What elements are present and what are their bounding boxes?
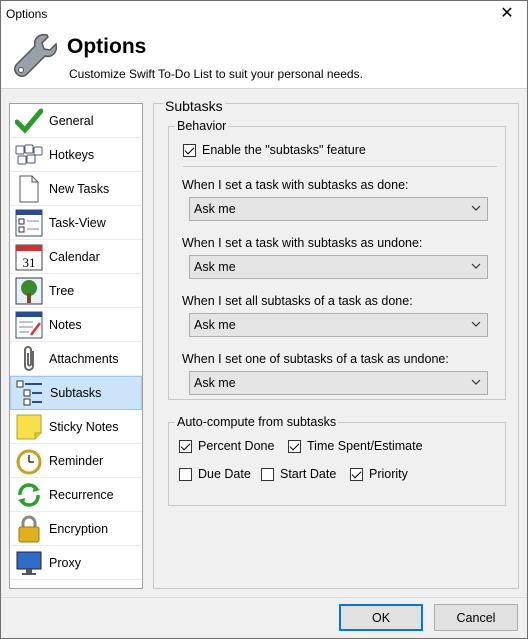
sidebar-item-general[interactable]: General bbox=[10, 104, 142, 138]
q-undone-value: Ask me bbox=[194, 260, 236, 274]
checkbox-box[interactable] bbox=[350, 467, 363, 481]
sidebar-item-label: General bbox=[49, 113, 94, 128]
sidebar-item-label: Tree bbox=[49, 283, 75, 298]
sidebar-item-label: Sticky Notes bbox=[49, 419, 119, 434]
notes-icon bbox=[13, 310, 45, 340]
checkbox-box[interactable] bbox=[288, 439, 301, 453]
priority-checkbox[interactable]: Priority bbox=[350, 467, 408, 481]
options-sidebar: General Hotkeys New Tasks Task-View 31 C… bbox=[9, 103, 143, 589]
wrench-icon bbox=[14, 33, 58, 77]
priority-label: Priority bbox=[369, 467, 408, 481]
q-all-done-label: When I set all subtasks of a task as don… bbox=[182, 294, 413, 308]
options-window: Options ✕ Options Customize Swift To-Do … bbox=[0, 0, 528, 639]
behavior-group: Behavior Enable the "subtasks" feature W… bbox=[168, 119, 506, 400]
checkbox-box[interactable] bbox=[183, 143, 196, 157]
sidebar-item-notes[interactable]: Notes bbox=[10, 308, 142, 342]
sidebar-item-attachments[interactable]: Attachments bbox=[10, 342, 142, 376]
q-undone-label: When I set a task with subtasks as undon… bbox=[182, 236, 423, 250]
percent-done-checkbox[interactable]: Percent Done bbox=[179, 439, 274, 453]
calendar-day: 31 bbox=[23, 255, 36, 270]
monitor-icon bbox=[13, 548, 45, 578]
sidebar-item-hotkeys[interactable]: Hotkeys bbox=[10, 138, 142, 172]
sidebar-item-proxy[interactable]: Proxy bbox=[10, 546, 142, 580]
autocompute-group-title: Auto-compute from subtasks bbox=[175, 415, 339, 429]
calendar-icon: 31 bbox=[13, 242, 45, 272]
sidebar-item-task-view[interactable]: Task-View bbox=[10, 206, 142, 240]
sidebar-item-reminder[interactable]: Reminder bbox=[10, 444, 142, 478]
sidebar-item-recurrence[interactable]: Recurrence bbox=[10, 478, 142, 512]
task-list-icon bbox=[13, 208, 45, 238]
due-date-checkbox[interactable]: Due Date bbox=[179, 467, 251, 481]
checkmark-icon bbox=[13, 106, 45, 136]
chevron-down-icon bbox=[471, 263, 481, 269]
start-date-label: Start Date bbox=[280, 467, 337, 481]
q-one-undone-label: When I set one of subtasks of a task as … bbox=[182, 352, 449, 366]
subtasks-icon bbox=[14, 378, 46, 408]
enable-subtasks-checkbox[interactable]: Enable the "subtasks" feature bbox=[183, 143, 366, 157]
sidebar-item-new-tasks[interactable]: New Tasks bbox=[10, 172, 142, 206]
time-spent-checkbox[interactable]: Time Spent/Estimate bbox=[288, 439, 423, 453]
separator bbox=[183, 166, 497, 167]
page-title: Options bbox=[67, 35, 147, 58]
page-subtitle: Customize Swift To-Do List to suit your … bbox=[69, 67, 363, 81]
time-spent-label: Time Spent/Estimate bbox=[307, 439, 423, 453]
sidebar-item-sticky-notes[interactable]: Sticky Notes bbox=[10, 410, 142, 444]
sidebar-item-label: Subtasks bbox=[50, 386, 102, 400]
q-all-done-select[interactable]: Ask me bbox=[189, 313, 488, 337]
q-all-done-value: Ask me bbox=[194, 318, 236, 332]
window-title: Options bbox=[6, 7, 48, 21]
sidebar-item-label: Task-View bbox=[49, 215, 106, 230]
sidebar-item-label: New Tasks bbox=[49, 181, 110, 196]
due-date-label: Due Date bbox=[198, 467, 251, 481]
dialog-footer: OK Cancel bbox=[1, 597, 527, 638]
sidebar-item-label: Hotkeys bbox=[49, 147, 95, 162]
subtasks-panel: Subtasks Behavior Enable the "subtasks" … bbox=[153, 98, 519, 589]
percent-done-label: Percent Done bbox=[198, 439, 275, 453]
header-banner: Options Customize Swift To-Do List to su… bbox=[1, 27, 527, 89]
sidebar-item-tree[interactable]: Tree bbox=[10, 274, 142, 308]
sidebar-item-encryption[interactable]: Encryption bbox=[10, 512, 142, 546]
title-bar: Options ✕ bbox=[1, 1, 527, 27]
cancel-button[interactable]: Cancel bbox=[434, 604, 518, 631]
start-date-checkbox[interactable]: Start Date bbox=[261, 467, 336, 481]
sticky-note-icon bbox=[13, 412, 45, 442]
alarm-clock-icon bbox=[13, 446, 45, 476]
sidebar-item-label: Proxy bbox=[49, 555, 81, 570]
sidebar-item-label: Encryption bbox=[49, 521, 109, 536]
sidebar-item-label: Recurrence bbox=[49, 487, 114, 502]
sidebar-item-label: Attachments bbox=[49, 351, 119, 366]
chevron-down-icon bbox=[471, 379, 481, 385]
q-undone-select[interactable]: Ask me bbox=[189, 255, 488, 279]
q-one-undone-value: Ask me bbox=[194, 376, 236, 390]
q-done-label: When I set a task with subtasks as done: bbox=[182, 178, 409, 192]
sidebar-item-label: Calendar bbox=[49, 249, 100, 264]
sidebar-item-calendar[interactable]: 31 Calendar bbox=[10, 240, 142, 274]
tree-icon bbox=[13, 276, 45, 306]
close-icon[interactable]: ✕ bbox=[487, 1, 527, 27]
recurrence-icon bbox=[13, 480, 45, 510]
q-done-select[interactable]: Ask me bbox=[189, 197, 488, 221]
chevron-down-icon bbox=[471, 321, 481, 327]
chevron-down-icon bbox=[471, 205, 481, 211]
behavior-group-title: Behavior bbox=[175, 119, 229, 133]
sidebar-item-subtasks[interactable]: Subtasks bbox=[10, 376, 142, 410]
autocompute-group: Auto-compute from subtasks Percent Done … bbox=[168, 415, 506, 506]
ok-button[interactable]: OK bbox=[339, 604, 423, 631]
sidebar-item-label: Notes bbox=[49, 317, 82, 332]
lock-icon bbox=[13, 514, 45, 544]
sidebar-item-label: Reminder bbox=[49, 453, 104, 468]
keyboard-icon bbox=[13, 140, 45, 170]
checkbox-box[interactable] bbox=[179, 439, 192, 453]
document-icon bbox=[13, 174, 45, 204]
enable-subtasks-label: Enable the "subtasks" feature bbox=[202, 143, 366, 157]
paperclip-icon bbox=[13, 344, 45, 374]
q-done-value: Ask me bbox=[194, 202, 236, 216]
checkbox-box[interactable] bbox=[179, 467, 192, 481]
checkbox-box[interactable] bbox=[261, 467, 274, 481]
q-one-undone-select[interactable]: Ask me bbox=[189, 371, 488, 395]
panel-title: Subtasks bbox=[163, 98, 225, 114]
